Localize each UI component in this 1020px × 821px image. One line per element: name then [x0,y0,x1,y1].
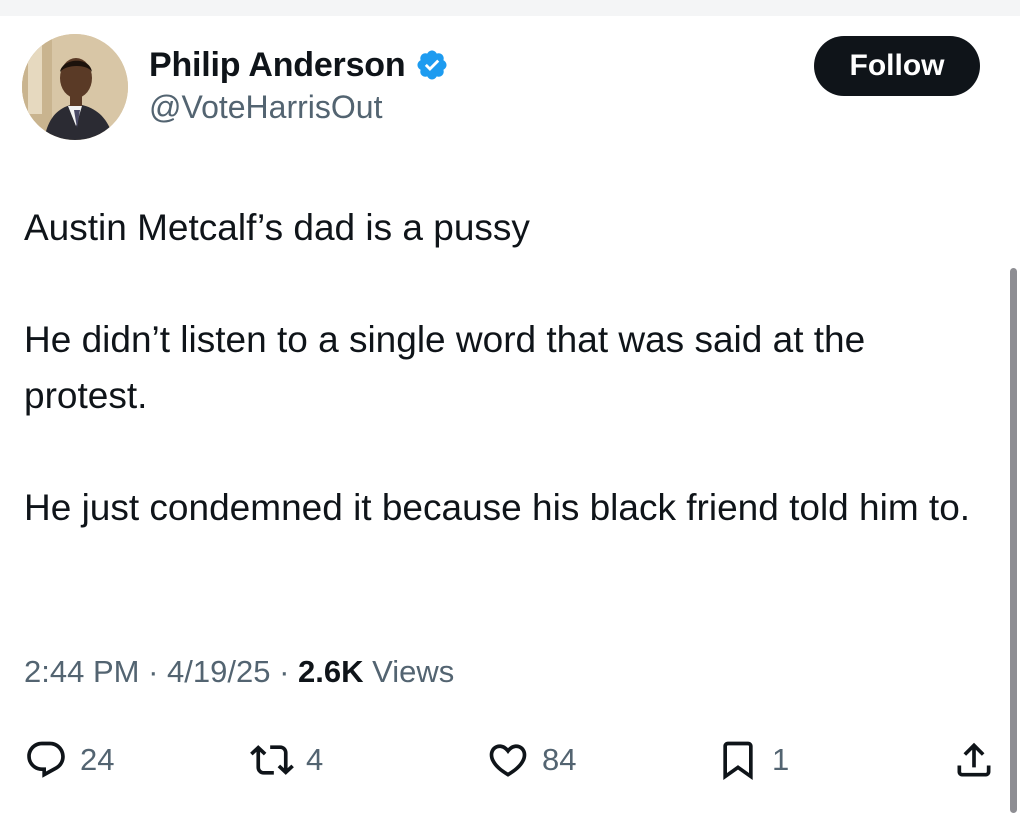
like-icon [489,744,527,777]
repost-icon [250,745,294,775]
meta-separator: · [139,654,168,689]
tweet-meta: 2:44 PM · 4/19/25 · 2.6K Views [24,654,454,690]
share-button[interactable] [952,736,996,784]
follow-button[interactable]: Follow [814,36,980,96]
tweet-text: Austin Metcalf’s dad is a pussy He didn’… [24,200,984,592]
top-strip [0,0,1020,16]
bookmark-count: 1 [772,742,790,777]
like-button[interactable]: 84 [486,736,576,784]
avatar[interactable] [22,34,128,140]
display-name[interactable]: Philip Anderson [149,46,406,85]
avatar-image [22,34,128,140]
views-count: 2.6K [298,654,364,689]
reply-count: 24 [80,742,115,777]
meta-separator: · [270,654,299,689]
bookmark-button[interactable]: 1 [716,736,789,784]
tweet-paragraph: He didn’t listen to a single word that w… [24,319,866,416]
name-row: Philip Anderson [149,44,449,86]
tweet-date[interactable]: 4/19/25 [167,654,270,689]
user-handle[interactable]: @VoteHarrisOut [149,89,382,126]
bookmark-icon [723,741,753,781]
repost-count: 4 [306,742,324,777]
share-icon [957,742,991,777]
scrollbar[interactable] [1010,268,1017,813]
tweet-time[interactable]: 2:44 PM [24,654,139,689]
verified-badge-icon [415,48,449,82]
tweet-page: Philip Anderson @VoteHarrisOut Follow Au… [0,0,1020,821]
repost-button[interactable]: 4 [250,736,323,784]
tweet-paragraph: He just condemned it because his black f… [24,487,971,528]
tweet-paragraph: Austin Metcalf’s dad is a pussy [24,207,530,248]
like-count: 84 [542,742,577,777]
views-label: Views [372,654,455,689]
reply-button[interactable]: 24 [24,736,114,784]
reply-icon [27,741,65,778]
